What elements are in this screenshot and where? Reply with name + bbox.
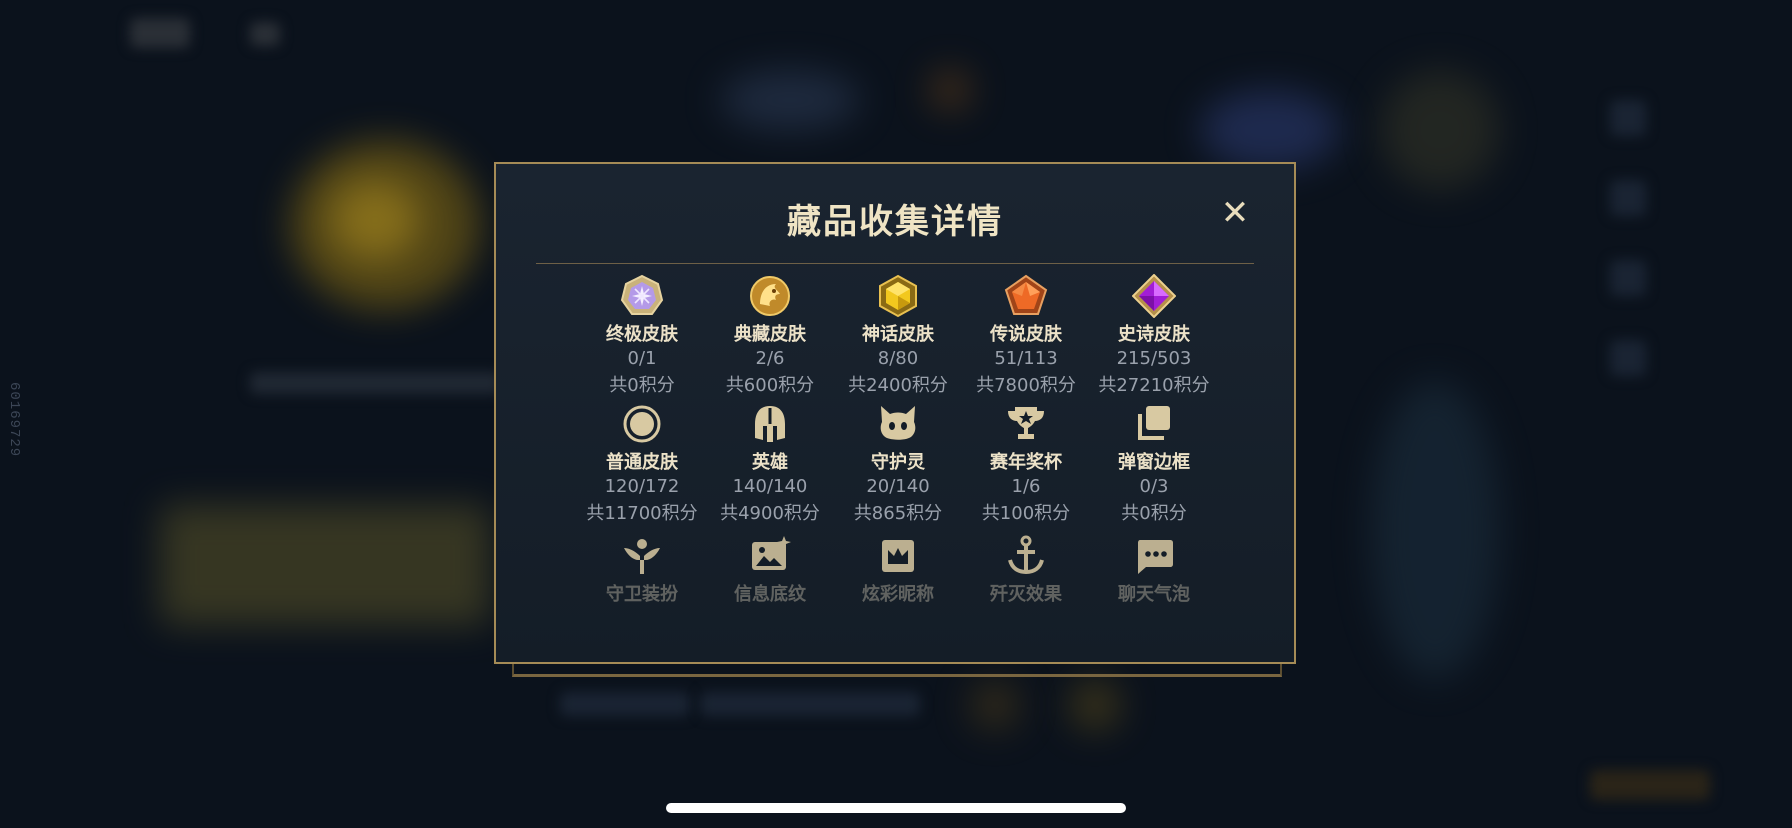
category-points: 共2400积分 bbox=[848, 375, 948, 396]
category-name: 信息底纹 bbox=[734, 584, 806, 605]
category-points: 共0积分 bbox=[1121, 503, 1187, 524]
mythic-skin-icon bbox=[879, 274, 917, 318]
category-name: 弹窗边框 bbox=[1118, 452, 1190, 473]
legendary-skin-icon bbox=[1004, 274, 1048, 315]
collection-item[interactable]: 典藏皮肤 2/6 共600积分 bbox=[706, 274, 834, 397]
category-name: 守护灵 bbox=[871, 452, 925, 473]
collection-item[interactable]: 炫彩昵称 bbox=[834, 534, 962, 606]
dialog-title: 藏品收集详情 bbox=[787, 202, 1003, 242]
category-name: 歼灭效果 bbox=[990, 584, 1062, 605]
category-count: 2/6 bbox=[755, 348, 785, 369]
category-name: 传说皮肤 bbox=[990, 324, 1062, 345]
crown-card-icon bbox=[882, 540, 914, 572]
home-indicator[interactable] bbox=[666, 803, 1126, 813]
collection-row: 终极皮肤 0/1 共0积分 典藏皮肤 2/6 共600积分 神话皮肤 8/80 … bbox=[496, 274, 1294, 397]
collection-item[interactable]: 聊天气泡 bbox=[1090, 534, 1218, 606]
category-points: 共11700积分 bbox=[586, 503, 698, 524]
category-count: 8/80 bbox=[877, 348, 919, 369]
category-points: 共4900积分 bbox=[720, 503, 820, 524]
category-count: 215/503 bbox=[1116, 348, 1192, 369]
category-name: 史诗皮肤 bbox=[1118, 324, 1190, 345]
guardian-spirit-icon bbox=[880, 406, 916, 440]
popup-frame-icon bbox=[1138, 406, 1170, 440]
category-count: 0/3 bbox=[1139, 476, 1169, 497]
collection-item[interactable]: 史诗皮肤 215/503 共27210积分 bbox=[1090, 274, 1218, 397]
category-points: 共600积分 bbox=[725, 375, 815, 396]
category-name: 聊天气泡 bbox=[1118, 584, 1190, 605]
trophy-icon bbox=[1008, 407, 1044, 439]
category-points: 共0积分 bbox=[609, 375, 675, 396]
category-name: 典藏皮肤 bbox=[734, 324, 806, 345]
epic-skin-icon bbox=[1132, 274, 1176, 318]
collection-item[interactable]: 歼灭效果 bbox=[962, 534, 1090, 606]
category-name: 炫彩昵称 bbox=[862, 584, 934, 605]
category-count: 120/172 bbox=[604, 476, 680, 497]
ultimate-skin-icon bbox=[620, 274, 664, 315]
collection-item[interactable]: 终极皮肤 0/1 共0积分 bbox=[578, 274, 706, 397]
collection-item[interactable]: 守护灵 20/140 共865积分 bbox=[834, 402, 962, 525]
category-count: 20/140 bbox=[866, 476, 930, 497]
category-name: 终极皮肤 bbox=[606, 324, 678, 345]
collection-item[interactable]: 守卫装扮 bbox=[578, 534, 706, 606]
collection-item[interactable]: 信息底纹 bbox=[706, 534, 834, 606]
collection-row: 守卫装扮 信息底纹 炫彩昵称 歼灭效果 聊天气泡 bbox=[496, 534, 1294, 654]
vertical-id-text: 60169729 bbox=[6, 382, 22, 458]
category-points: 共7800积分 bbox=[976, 375, 1076, 396]
collection-item[interactable]: 传说皮肤 51/113 共7800积分 bbox=[962, 274, 1090, 397]
category-points: 共865积分 bbox=[853, 503, 943, 524]
category-points: 共100积分 bbox=[981, 503, 1071, 524]
ward-icon bbox=[624, 539, 660, 574]
category-count: 0/1 bbox=[627, 348, 657, 369]
collection-details-dialog: 藏品收集详情 ✕ 终极皮肤 0/1 共0积分 典藏皮肤 2/6 共600积分 神… bbox=[494, 162, 1296, 664]
collection-row: 普通皮肤 120/172 共11700积分 英雄 140/140 共4900积分 bbox=[496, 402, 1294, 525]
category-count: 51/113 bbox=[994, 348, 1058, 369]
category-name: 神话皮肤 bbox=[862, 324, 934, 345]
anchor-icon bbox=[1008, 535, 1044, 575]
collection-item[interactable]: 神话皮肤 8/80 共2400积分 bbox=[834, 274, 962, 397]
collection-skin-icon bbox=[750, 276, 790, 316]
category-name: 普通皮肤 bbox=[606, 452, 678, 473]
normal-skin-icon bbox=[623, 405, 661, 443]
category-count: 1/6 bbox=[1011, 476, 1041, 497]
chat-bubble-icon bbox=[1138, 540, 1173, 574]
category-points: 共27210积分 bbox=[1098, 375, 1210, 396]
category-name: 赛年奖杯 bbox=[990, 452, 1062, 473]
collection-item[interactable]: 弹窗边框 0/3 共0积分 bbox=[1090, 402, 1218, 525]
category-name: 守卫装扮 bbox=[606, 584, 678, 605]
collection-item[interactable]: 普通皮肤 120/172 共11700积分 bbox=[578, 402, 706, 525]
collection-item[interactable]: 赛年奖杯 1/6 共100积分 bbox=[962, 402, 1090, 525]
helmet-icon bbox=[755, 406, 785, 442]
title-divider bbox=[536, 263, 1254, 264]
info-card-icon bbox=[752, 536, 791, 570]
category-name: 英雄 bbox=[752, 452, 788, 473]
collection-item[interactable]: 英雄 140/140 共4900积分 bbox=[706, 402, 834, 525]
category-count: 140/140 bbox=[732, 476, 808, 497]
close-button[interactable]: ✕ bbox=[1220, 196, 1250, 230]
